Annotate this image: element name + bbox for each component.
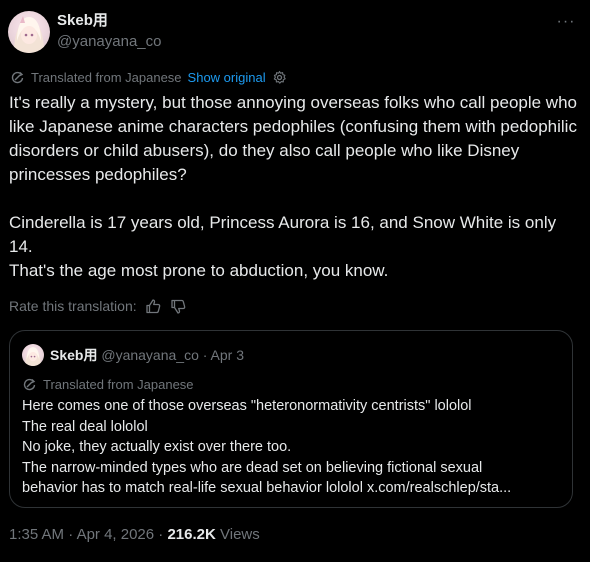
show-original-link[interactable]: Show original bbox=[188, 70, 266, 85]
tweet-footer: 1:35 AM · Apr 4, 2026 · 216.2K Views bbox=[9, 526, 260, 544]
quoted-tweet-text: Here comes one of those overseas "hetero… bbox=[22, 396, 562, 499]
quoted-author-avatar bbox=[22, 344, 44, 366]
quoted-date: Apr 3 bbox=[210, 347, 245, 363]
quoted-tweet-header: Skeb用 @yanayana_co · Apr 3 bbox=[50, 347, 244, 364]
translate-icon bbox=[22, 377, 37, 392]
rate-translation-label: Rate this translation: bbox=[9, 298, 137, 314]
translate-icon bbox=[10, 70, 25, 85]
author-avatar[interactable] bbox=[8, 11, 50, 53]
tweet-paragraph: It's really a mystery, but those annoyin… bbox=[9, 93, 577, 184]
quoted-author-name: Skeb用 bbox=[50, 347, 98, 363]
author-handle[interactable]: @yanayana_co bbox=[57, 33, 161, 51]
views-label: Views bbox=[215, 526, 260, 543]
quoted-line: The narrow-minded types who are dead set… bbox=[22, 459, 483, 476]
translation-notice: Translated from Japanese Show original bbox=[10, 69, 287, 86]
rate-translation-row: Rate this translation: bbox=[9, 297, 187, 315]
tweet-date[interactable]: Apr 4, 2026 bbox=[77, 526, 155, 543]
tweet-paragraph: That's the age most prone to abduction, … bbox=[9, 261, 389, 280]
quoted-tweet[interactable]: Skeb用 @yanayana_co · Apr 3 Translated fr… bbox=[9, 330, 573, 508]
settings-gear-icon[interactable] bbox=[272, 70, 287, 85]
quoted-line: The real deal lololol bbox=[22, 418, 148, 435]
tweet-paragraph: Cinderella is 17 years old, Princess Aur… bbox=[9, 213, 557, 256]
quoted-translation-notice: Translated from Japanese bbox=[22, 376, 194, 392]
quoted-line: No joke, they actually exist over there … bbox=[22, 439, 292, 455]
quoted-separator: · bbox=[198, 347, 211, 363]
tweet-time[interactable]: 1:35 AM bbox=[9, 526, 64, 543]
author-display-name[interactable]: Skeb用 bbox=[57, 12, 108, 30]
thumbs-up-icon[interactable] bbox=[145, 298, 162, 315]
thumbs-down-icon[interactable] bbox=[170, 298, 187, 315]
footer-separator: · bbox=[64, 526, 77, 543]
more-options-icon[interactable]: ··· bbox=[556, 12, 576, 32]
quoted-line: Here comes one of those overseas "hetero… bbox=[22, 398, 472, 414]
translated-label: Translated from Japanese bbox=[31, 70, 182, 85]
tweet-text: It's really a mystery, but those annoyin… bbox=[9, 91, 581, 283]
views-count: 216.2K bbox=[167, 526, 216, 543]
quoted-author-handle: @yanayana_co bbox=[101, 347, 199, 363]
footer-separator: · bbox=[154, 526, 168, 543]
quoted-translated-label: Translated from Japanese bbox=[43, 376, 194, 392]
quoted-line: behavior has to match real-life sexual b… bbox=[22, 480, 512, 496]
